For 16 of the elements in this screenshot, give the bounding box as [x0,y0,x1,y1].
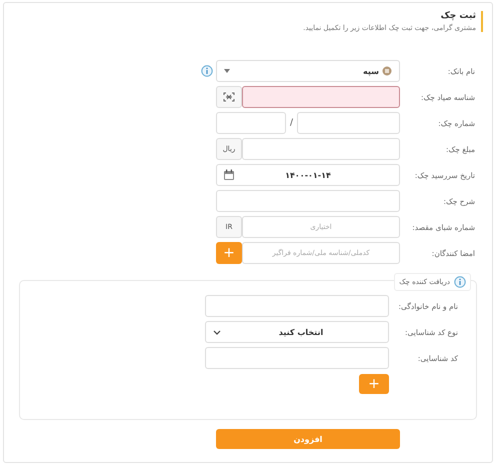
dropdown-select[interactable]: انتخاب کنید [205,321,389,343]
bank-select[interactable]: سپه [216,60,400,82]
scan-icon [223,92,235,102]
separator: / [288,118,294,128]
date-value: ۱۴۰۰-۰۱-۱۴ [285,170,331,180]
info-icon[interactable] [454,276,466,288]
date-field[interactable]: ۱۴۰۰-۰۱-۱۴ [216,164,400,186]
form-title: ثبت چک [440,11,476,21]
scan-button[interactable] [216,86,242,108]
bank-logo-icon [382,66,392,76]
calendar-icon [223,169,235,181]
caret-icon [224,69,230,73]
info-icon[interactable] [201,65,213,77]
chevron-icon [213,330,221,334]
input-field[interactable] [242,86,400,108]
bank-name: سپه [363,66,379,76]
